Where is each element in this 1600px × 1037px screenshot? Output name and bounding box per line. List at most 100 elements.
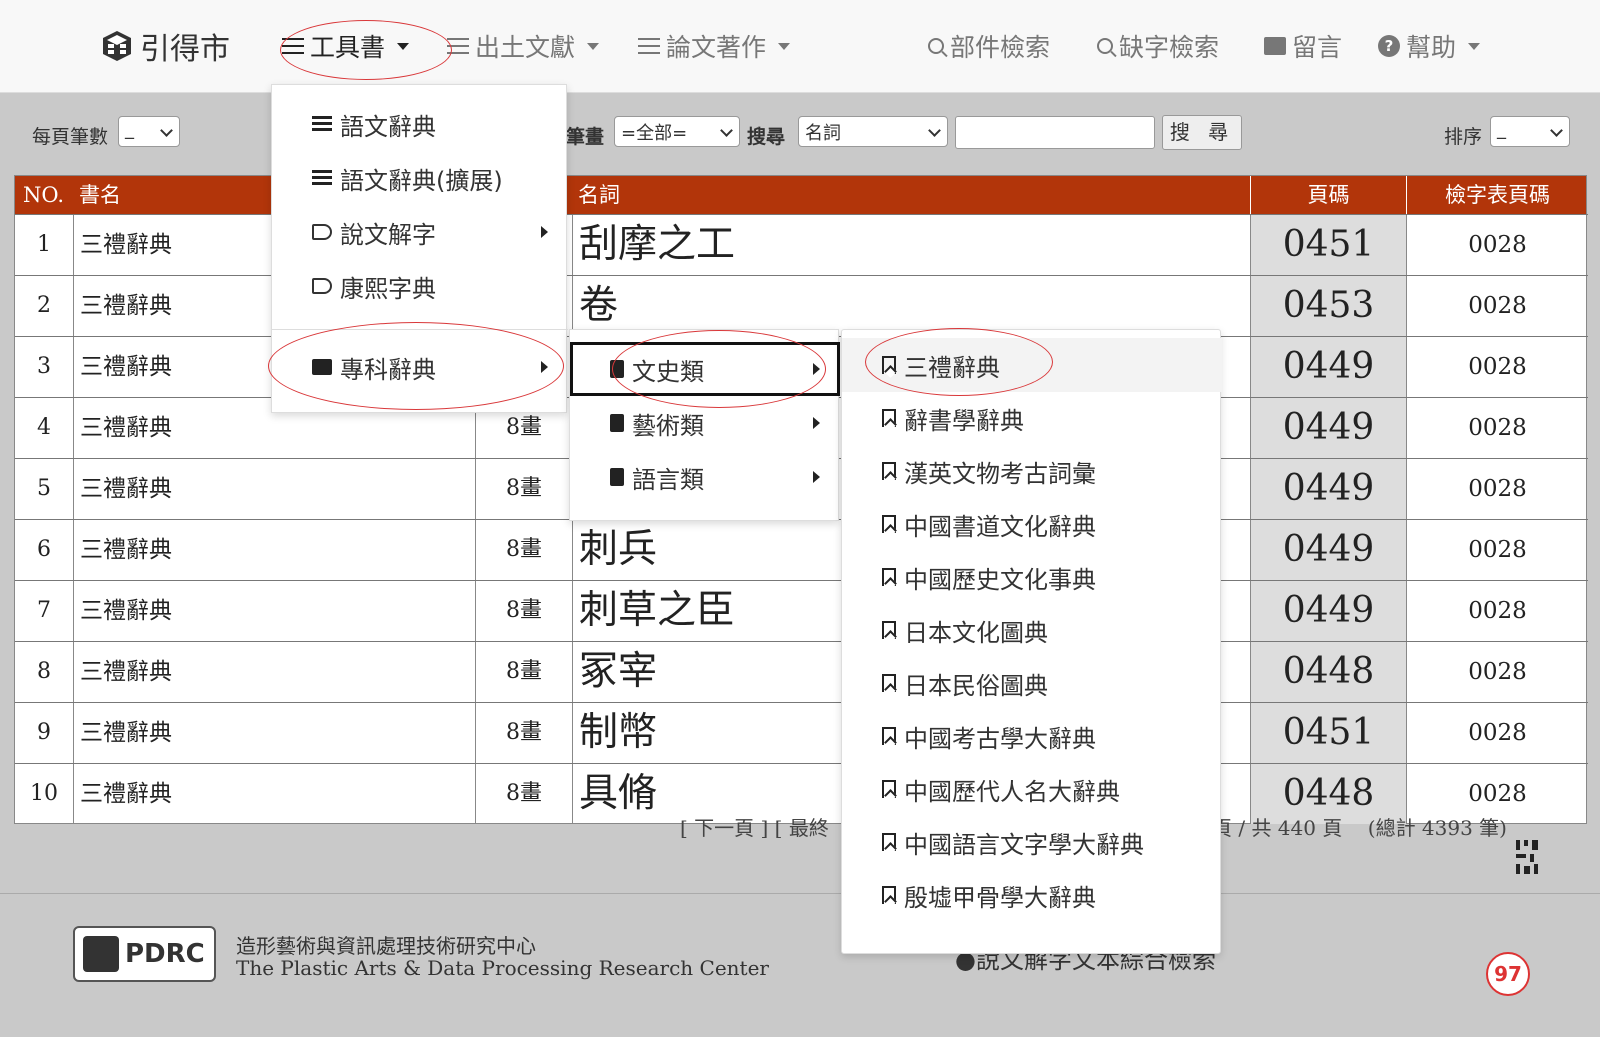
menu-item-dictionary[interactable]: 中國歷代人名大辭典 xyxy=(842,762,1222,816)
footer-org-cn: 造形藝術與資訊處理技術研究中心 xyxy=(236,934,536,958)
menu-icon xyxy=(282,38,304,54)
caret-down-icon xyxy=(397,42,410,50)
menu-item-label: 中國書道文化辭典 xyxy=(904,512,1096,541)
chevron-down-icon xyxy=(160,124,173,137)
menu-item-history[interactable]: 文史類 xyxy=(570,342,840,396)
row-no: 8 xyxy=(37,659,51,684)
caret-down-icon xyxy=(1468,42,1481,50)
menu-item-shuowen[interactable]: 說文解字 xyxy=(272,205,568,259)
menu-item-dictionary[interactable]: 日本文化圖典 xyxy=(842,603,1222,657)
col-page: 頁碼 xyxy=(1250,176,1406,214)
row-book: 三禮辭典 xyxy=(73,642,475,702)
row-book: 三禮辭典 xyxy=(73,764,475,824)
search-field-select[interactable]: 名詞 xyxy=(798,116,948,147)
nav-papers[interactable]: 論文著作 xyxy=(638,28,791,64)
row-no: 4 xyxy=(37,415,51,440)
row-no: 7 xyxy=(37,598,51,623)
menu-item-label: 日本文化圖典 xyxy=(904,618,1048,647)
menu-item-label: 殷墟甲骨學大辭典 xyxy=(904,883,1096,912)
menu-item-label: 中國語言文字學大辭典 xyxy=(904,830,1144,859)
menu-icon xyxy=(447,38,469,54)
sort-select[interactable]: _ xyxy=(1490,116,1570,147)
menu-item-dictionary[interactable]: 中國語言文字學大辭典 xyxy=(842,815,1222,869)
caret-right-icon xyxy=(813,417,820,429)
menu-item-label: 藝術類 xyxy=(632,411,704,440)
strokes-select[interactable]: =全部= xyxy=(614,116,740,147)
menu-item-language-dict-ext[interactable]: 語文辭典(擴展) xyxy=(272,151,568,205)
row-no: 1 xyxy=(37,232,51,257)
menu-item-dictionary[interactable]: 辭書學辭典 xyxy=(842,391,1222,445)
bookmark-icon xyxy=(882,886,896,904)
pdrc-logo-text: PDRC xyxy=(125,939,205,969)
bookmark-icon xyxy=(882,462,896,480)
tag-icon xyxy=(312,278,332,294)
col-term: 名詞 xyxy=(578,183,620,207)
menu-item-kangxi[interactable]: 康熙字典 xyxy=(272,259,568,313)
pager-links[interactable]: [ 下一頁 ] [ 最終 xyxy=(680,812,829,841)
nav-component-search-label: 部件檢索 xyxy=(950,33,1051,62)
row-index-page: 0028 xyxy=(1406,337,1588,397)
menu-item-label: 辭書學辭典 xyxy=(904,406,1024,435)
table-row[interactable]: 2 三禮辭典卷 0453 0028 xyxy=(15,275,1588,336)
menu-item-label: 康熙字典 xyxy=(340,274,436,303)
pdrc-mark-icon xyxy=(83,936,119,972)
table-row[interactable]: 1 三禮辭典 刮摩之工 0451 0028 xyxy=(15,214,1588,275)
row-no: 10 xyxy=(30,781,58,806)
bookmark-icon xyxy=(882,409,896,427)
menu-item-dictionary[interactable]: 日本民俗圖典 xyxy=(842,656,1222,710)
nav-message[interactable]: 留言 xyxy=(1264,28,1342,64)
menu-item-dictionary[interactable]: 中國書道文化辭典 xyxy=(842,497,1222,551)
bookmark-icon xyxy=(882,568,896,586)
history-dict-submenu: 三禮辭典辭書學辭典漢英文物考古詞彙 中國書道文化辭典中國歷史文化事典日本文化圖典日… xyxy=(841,329,1222,954)
row-term[interactable]: 卷 xyxy=(572,276,1250,336)
caret-right-icon xyxy=(541,361,548,373)
menu-item-label: 語文辭典 xyxy=(340,112,436,141)
row-page: 0449 xyxy=(1250,459,1406,519)
nav-excavated-docs[interactable]: 出土文獻 xyxy=(447,28,600,64)
caret-down-icon xyxy=(778,42,791,50)
nav-papers-label: 論文著作 xyxy=(666,33,767,62)
menu-item-dictionary[interactable]: 中國考古學大辭典 xyxy=(842,709,1222,763)
menu-item-label: 漢英文物考古詞彙 xyxy=(904,459,1096,488)
pdrc-logo[interactable]: PDRC xyxy=(73,926,216,982)
strokes-value: =全部= xyxy=(621,123,688,144)
menu-divider xyxy=(272,329,568,330)
per-page-select[interactable]: _ xyxy=(118,116,180,147)
menu-item-linguistics[interactable]: 語言類 xyxy=(570,450,840,504)
menu-item-dictionary[interactable]: 中國歷史文化事典 xyxy=(842,550,1222,604)
row-no: 9 xyxy=(37,720,51,745)
row-term[interactable]: 刮摩之工 xyxy=(572,215,1250,275)
nav-component-search[interactable]: 部件檢索 xyxy=(928,28,1050,64)
table-row[interactable]: 9 三禮辭典 8畫 制幣 0451 0028 xyxy=(15,702,1588,763)
row-page: 0451 xyxy=(1250,215,1406,275)
list-icon xyxy=(312,116,332,132)
row-index-page: 0028 xyxy=(1406,459,1588,519)
nav-help[interactable]: ? 幫助 xyxy=(1378,28,1481,64)
menu-item-dictionary[interactable]: 三禮辭典 xyxy=(842,338,1222,392)
row-page: 0448 xyxy=(1250,642,1406,702)
qrcode-icon[interactable] xyxy=(1516,840,1538,874)
footer-badge-icon[interactable]: 97 xyxy=(1486,952,1530,996)
book-icon xyxy=(610,468,624,486)
menu-item-dictionary[interactable]: 漢英文物考古詞彙 xyxy=(842,444,1222,498)
menu-item-art[interactable]: 藝術類 xyxy=(570,396,840,450)
specialty-submenu: 文史類 藝術類 語言類 xyxy=(569,329,840,521)
help-icon: ? xyxy=(1378,35,1400,57)
row-index-page: 0028 xyxy=(1406,520,1588,580)
table-row[interactable]: 7 三禮辭典 8畫 刺草之臣 0449 0028 xyxy=(15,580,1588,641)
menu-item-dictionary[interactable]: 殷墟甲骨學大辭典 xyxy=(842,868,1222,922)
table-row[interactable]: 8 三禮辭典 8畫 冢宰 0448 0028 xyxy=(15,641,1588,702)
search-input[interactable] xyxy=(955,116,1155,149)
brand[interactable]: 引得市 xyxy=(100,24,230,68)
table-row[interactable]: 6 三禮辭典 8畫 刺兵 0449 0028 xyxy=(15,519,1588,580)
nav-tools[interactable]: 工具書 xyxy=(282,28,410,64)
bookmark-icon xyxy=(882,727,896,745)
nav-missing-char-search[interactable]: 缺字檢索 xyxy=(1097,28,1219,64)
menu-item-label: 說文解字 xyxy=(340,220,436,249)
pager-summary: 頁 / 共 440 頁 (總計 4393 筆) xyxy=(1212,816,1507,840)
menu-item-specialty-dict[interactable]: 專科辭典 xyxy=(272,340,568,394)
menu-item-language-dict[interactable]: 語文辭典 xyxy=(272,97,568,151)
table-header: NO. 書名 名詞 頁碼 檢字表頁碼 xyxy=(15,176,1586,214)
search-button[interactable]: 搜 尋 xyxy=(1162,115,1242,150)
row-index-page: 0028 xyxy=(1406,398,1588,458)
